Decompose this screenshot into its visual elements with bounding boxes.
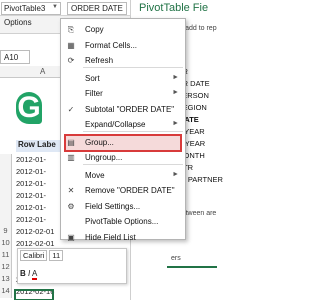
pane-accent-bar <box>167 266 217 268</box>
row-number[interactable]: 13 <box>0 274 12 286</box>
menu-item-label: Sort <box>85 73 100 83</box>
group-icon: ▤ <box>67 137 75 147</box>
row-number[interactable] <box>0 166 12 178</box>
date-cell[interactable]: 2012-02-01 <box>16 227 54 236</box>
menu-item-label: Expand/Collapse <box>85 120 146 129</box>
submenu-arrow-icon: ► <box>172 89 179 96</box>
date-cell[interactable]: 2012-01- <box>16 191 46 200</box>
copy-icon: ⎘ <box>67 25 75 34</box>
context-menu: ⎘ Copy ▦ Format Cells... ⟳ Refresh Sort ► Filter… <box>60 18 186 242</box>
ungroup-icon: ▥ <box>67 153 75 162</box>
date-cell[interactable]: 2012-01- <box>16 155 46 164</box>
menu-item-label: Remove "ORDER DATE" <box>85 186 175 195</box>
checkmark-icon: ✓ <box>67 104 75 114</box>
menu-item-label: PivotTable Options... <box>85 217 159 226</box>
row-labels-header[interactable]: Row Labe <box>16 140 66 152</box>
menu-item-label: Copy <box>85 25 104 34</box>
date-cell[interactable]: 2012-01- <box>16 167 46 176</box>
pane-title: PivotTable Fie <box>139 2 209 14</box>
name-box-dropdown-icon[interactable]: ▼ <box>52 4 58 10</box>
menu-item-hide-field-list[interactable]: ▣ Hide Field List <box>61 229 185 247</box>
menu-item-label: Field Settings... <box>85 201 141 211</box>
row-number[interactable]: 11 <box>0 250 12 262</box>
date-cell[interactable]: 2012-01- <box>16 179 46 188</box>
submenu-arrow-icon: ► <box>172 120 179 127</box>
row-number[interactable] <box>0 178 12 190</box>
row-number[interactable]: 14 <box>0 286 12 298</box>
submenu-arrow-icon: ► <box>172 170 179 178</box>
submenu-arrow-icon: ► <box>172 73 179 81</box>
formula-value[interactable]: ORDER DATE <box>67 2 127 15</box>
row-number[interactable] <box>0 154 12 166</box>
menu-separator <box>83 163 183 165</box>
refresh-icon: ⟳ <box>67 56 75 65</box>
field-settings-icon: ⚙ <box>67 201 75 211</box>
menu-item-label: Group... <box>85 137 114 147</box>
row-number[interactable] <box>0 214 12 226</box>
date-cell[interactable]: 2012-02-01 <box>16 239 54 248</box>
bold-button[interactable]: B <box>20 269 26 278</box>
selected-cell <box>14 289 54 300</box>
menu-item-label: Hide Field List <box>85 232 136 242</box>
column-a-header[interactable]: A <box>40 67 45 76</box>
pane-bottom-text: ers <box>171 255 181 262</box>
font-color-button[interactable]: A <box>32 269 38 280</box>
row-number[interactable] <box>0 202 12 214</box>
name-box[interactable]: PivotTable3 ▼ <box>1 2 61 15</box>
mini-toolbar: Calibri 11 B I A <box>17 248 127 284</box>
italic-button[interactable]: I <box>28 269 30 278</box>
row-number[interactable]: 9 <box>0 226 12 238</box>
font-size-box[interactable]: 11 <box>49 250 64 261</box>
menu-separator <box>83 66 183 68</box>
font-name-box[interactable]: Calibri <box>20 250 48 261</box>
date-cell[interactable]: 2012-01- <box>16 215 46 224</box>
name-box-value: PivotTable3 <box>4 4 46 13</box>
row-number[interactable] <box>0 190 12 202</box>
menu-item-label: Move <box>85 170 105 180</box>
menu-item-label: Ungroup... <box>85 153 123 162</box>
row-number[interactable]: 10 <box>0 238 12 250</box>
row-number[interactable]: 12 <box>0 262 12 274</box>
date-cell[interactable]: 2012-01- <box>16 203 46 212</box>
field-list-icon: ▣ <box>67 232 75 242</box>
menu-item-label: Format Cells... <box>85 40 138 50</box>
options-button[interactable]: Options <box>4 18 32 27</box>
remove-icon: ✕ <box>67 186 75 195</box>
menu-item-label: Subtotal "ORDER DATE" <box>85 104 175 114</box>
format-cells-icon: ▦ <box>67 40 75 50</box>
excel-logo-g: G <box>16 91 42 124</box>
menu-item-label: Refresh <box>85 56 114 65</box>
menu-separator <box>83 130 183 132</box>
cell-reference[interactable]: A10 <box>0 50 30 64</box>
menu-item-label: Filter <box>85 89 103 98</box>
